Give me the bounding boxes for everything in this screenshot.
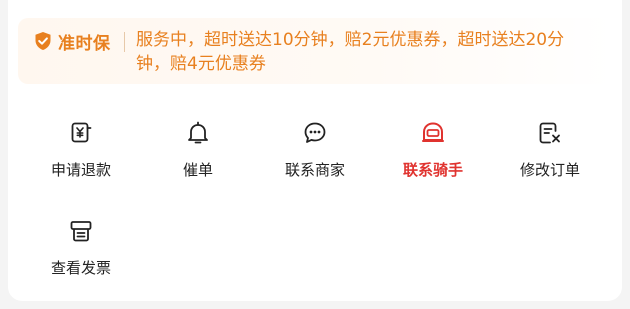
rider-helmet-icon [422, 122, 444, 142]
contact-merchant-label: 联系商家 [284, 161, 345, 179]
edit-order-icon [539, 122, 560, 144]
request-refund-button[interactable]: 申请退款 [26, 120, 136, 200]
urge-order-button[interactable]: 催单 [143, 120, 253, 200]
request-refund-label: 申请退款 [50, 161, 111, 179]
chat-store-icon [304, 122, 326, 143]
refund-icon [71, 122, 92, 143]
guarantee-badge-label: 准时保 [58, 33, 111, 54]
contact-merchant-button[interactable]: 联系商家 [260, 120, 370, 200]
urge-order-label: 催单 [182, 161, 213, 179]
contact-rider-button[interactable]: 联系骑手 [378, 120, 488, 200]
guarantee-badge: 准时保 [34, 30, 111, 54]
modify-order-button[interactable]: 修改订单 [495, 120, 605, 200]
banner-divider [124, 32, 125, 52]
modify-order-label: 修改订单 [519, 161, 580, 179]
bell-icon [188, 121, 208, 144]
view-invoice-button[interactable]: 查看发票 [26, 218, 136, 298]
invoice-icon [70, 221, 92, 242]
shield-check-icon [35, 32, 51, 50]
view-invoice-label: 查看发票 [50, 259, 111, 277]
on-time-guarantee-banner[interactable]: 准时保 服务中，超时送达10分钟，赔2元优惠券，超时送达20分钟，赔4元优惠券 [18, 18, 612, 84]
contact-rider-label: 联系骑手 [402, 161, 463, 179]
order-service-card: 准时保 服务中，超时送达10分钟，赔2元优惠券，超时送达20分钟，赔4元优惠券 … [8, 0, 622, 301]
guarantee-description: 服务中，超时送达10分钟，赔2元优惠券，超时送达20分钟，赔4元优惠券 [136, 30, 565, 74]
